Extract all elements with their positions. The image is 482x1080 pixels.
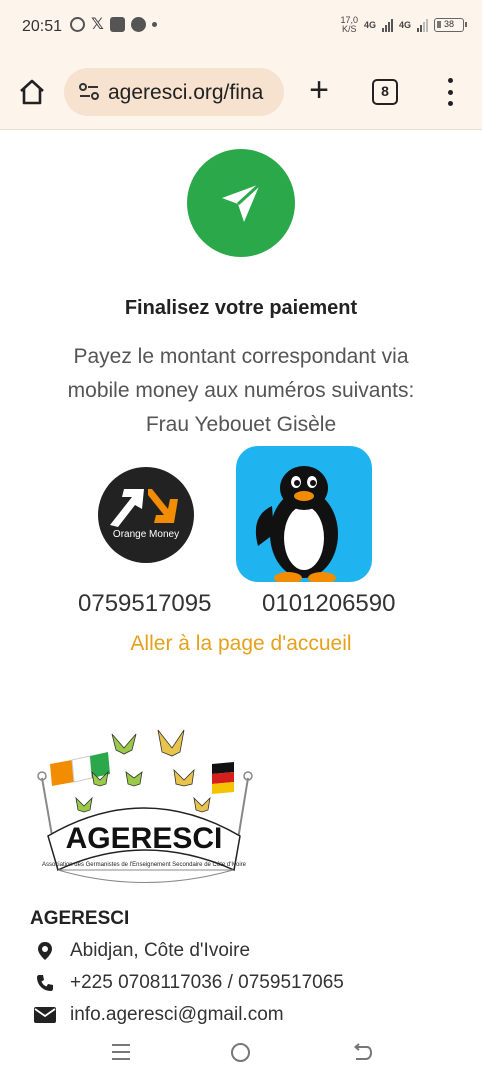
email-text[interactable]: info.ageresci@gmail.com — [70, 1004, 284, 1026]
penguin-app-logo — [236, 446, 372, 582]
back-button[interactable] — [352, 1042, 373, 1062]
recents-button[interactable] — [112, 1044, 130, 1060]
dot-icon — [151, 22, 157, 27]
orange-money-label: Orange Money — [112, 529, 180, 540]
x-icon: 𝕏 — [91, 16, 104, 33]
notification-icon — [130, 17, 146, 32]
signal-icon-2 — [417, 18, 428, 32]
home-icon — [20, 79, 44, 105]
status-bar: 20:51 𝕏 17,0 K/S 4G 4G 38 — [0, 0, 482, 54]
location-pin-icon — [34, 941, 56, 961]
more-menu-button[interactable] — [440, 78, 460, 106]
network-type-1: 4G — [363, 20, 376, 30]
payment-instructions: Payez le montant correspondant via mobil… — [40, 340, 442, 442]
back-icon — [353, 1043, 373, 1060]
org-name: AGERESCI — [30, 908, 130, 929]
logo-wordmark: AGERESCI — [66, 822, 223, 855]
url-text: ageresci.org/fina — [108, 81, 264, 104]
system-nav-bar — [0, 1030, 482, 1080]
notification-icons: 𝕏 — [70, 16, 157, 33]
phone-icon — [34, 973, 56, 993]
phone-text[interactable]: +225 0708117036 / 0759517065 — [70, 972, 344, 994]
signal-icon — [381, 18, 393, 32]
address-text: Abidjan, Côte d'Ivoire — [70, 940, 251, 961]
send-icon — [187, 149, 295, 257]
home-page-link[interactable]: Aller à la page d'accueil — [0, 632, 482, 656]
page-title: Finalisez votre paiement — [124, 297, 358, 319]
site-settings-icon[interactable] — [78, 82, 100, 102]
address-row: Abidjan, Côte d'Ivoire — [34, 940, 250, 962]
status-time: 20:51 — [22, 18, 63, 35]
battery-level: 38 — [443, 19, 454, 29]
system-icons: 17,0 K/S 4G 4G 38 — [340, 16, 467, 34]
orange-money-number: 0759517095 — [78, 590, 212, 617]
envelope-icon — [34, 1005, 56, 1025]
phone-row: +225 0708117036 / 0759517065 — [34, 972, 344, 994]
app-icon — [109, 17, 125, 32]
orange-money-logo: Orange Money — [98, 467, 194, 563]
penguin-number: 0101206590 — [262, 590, 396, 617]
ageresci-logo: AGERESCI Association des Germanistes de … — [28, 720, 260, 902]
network-speed: 17,0 K/S — [340, 16, 358, 34]
tab-switcher-button[interactable]: 8 — [372, 79, 398, 105]
email-row: info.ageresci@gmail.com — [34, 1004, 284, 1026]
battery-icon: 38 — [434, 18, 467, 32]
new-tab-button[interactable]: + — [304, 73, 334, 107]
home-button[interactable] — [18, 78, 46, 106]
home-nav-button[interactable] — [231, 1043, 250, 1062]
recipient-name: Frau Yebouet Gisèle — [145, 413, 337, 436]
browser-toolbar: ageresci.org/fina + 8 — [0, 54, 482, 130]
network-type-2: 4G — [398, 20, 411, 30]
instructions-text: Payez le montant correspondant via mobil… — [67, 345, 415, 402]
speed-unit: K/S — [341, 24, 357, 34]
address-bar[interactable]: ageresci.org/fina — [64, 68, 284, 116]
whatsapp-icon — [70, 17, 85, 32]
logo-subtitle: Association des Germanistes de l'Enseign… — [42, 862, 247, 868]
